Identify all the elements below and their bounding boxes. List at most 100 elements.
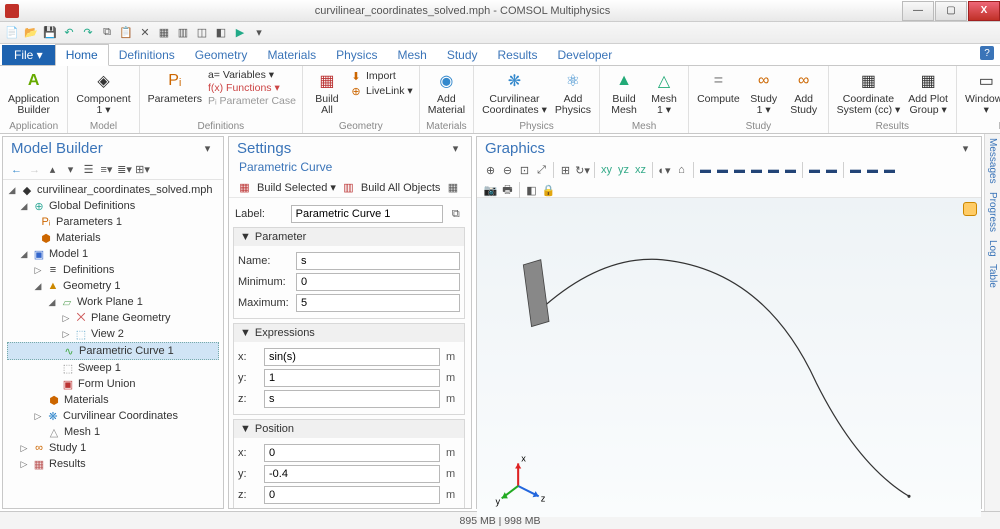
tree-params1[interactable]: PᵢParameters 1 [7,214,219,230]
arrow-icon[interactable]: ▶ [232,25,248,41]
mesh1-button[interactable]: △Mesh 1 ▾ [644,68,684,118]
add-material-button[interactable]: ◉Add Material [424,68,469,118]
up-icon[interactable]: ▴ [45,162,60,177]
add-study-button[interactable]: ∞Add Study [784,68,824,118]
tree-view2[interactable]: ▷⬚View 2 [7,326,219,342]
close-button[interactable]: X [968,1,1000,21]
build-selected-button[interactable]: Build Selected ▾ [257,181,336,194]
new-icon[interactable]: 📄 [4,25,20,41]
sel9-icon[interactable]: ▬ [848,163,863,178]
tree-mats2[interactable]: ⬢Materials [7,392,219,408]
sel2-icon[interactable]: ▬ [715,163,730,178]
app-builder-button[interactable]: AApplication Builder [4,68,63,118]
expr-x-input[interactable] [264,348,440,366]
paramcase-button[interactable]: Pᵢ Parameter Case [208,95,296,107]
zoom-box-icon[interactable]: ⊡ [517,163,532,178]
name-input[interactable] [296,252,460,270]
tab-study[interactable]: Study [437,45,488,65]
tree-planegeom[interactable]: ▷⨉Plane Geometry [7,310,219,326]
tab-definitions[interactable]: Definitions [109,45,185,65]
sel1-icon[interactable]: ▬ [698,163,713,178]
zoom-out-icon[interactable]: ⊖ [500,163,515,178]
down-icon[interactable]: ▾ [63,162,78,177]
undo-icon[interactable]: ↶ [61,25,77,41]
expr-z-input[interactable] [264,390,440,408]
tab-home[interactable]: Home [55,44,109,66]
help-icon[interactable]: ? [980,46,994,60]
windows-button[interactable]: ▭Windows ▾ [961,68,1000,118]
model-tree[interactable]: ◢◆curvilinear_coordinates_solved.mph ◢⊕G… [3,180,223,508]
sel6-icon[interactable]: ▬ [783,163,798,178]
more-icon[interactable]: ▾ [251,25,267,41]
sidetab-messages[interactable]: Messages [987,138,998,184]
compute-icon[interactable]: ▦ [156,25,172,41]
sidetab-progress[interactable]: Progress [987,192,998,232]
tab-results[interactable]: Results [488,45,548,65]
tree-globaldef[interactable]: ◢⊕Global Definitions [7,198,219,214]
functions-button[interactable]: f(x) Functions ▾ [208,82,296,94]
compute-button[interactable]: =Compute [693,68,744,107]
parameters-button[interactable]: PᵢParameters [144,68,206,107]
tree-root[interactable]: ◢◆curvilinear_coordinates_solved.mph [7,182,219,198]
tree-curvcoord[interactable]: ▷❋Curvilinear Coordinates [7,408,219,424]
min-input[interactable] [296,273,460,291]
pos-y-input[interactable] [264,465,440,483]
tree-defs[interactable]: ▷≡Definitions [7,262,219,278]
panel-menu-icon[interactable]: ▾ [448,141,463,156]
graphics-canvas[interactable]: x z y [477,198,981,517]
livelink-button[interactable]: ⊕LiveLink ▾ [349,84,413,98]
study-icon[interactable]: ◧ [213,25,229,41]
zoom-in-icon[interactable]: ⊕ [483,163,498,178]
expand-icon[interactable]: ☰ [81,162,96,177]
extra-icon[interactable]: ▦ [445,180,460,195]
tab-materials[interactable]: Materials [257,45,326,65]
plot-icon[interactable]: ◫ [194,25,210,41]
view-icon[interactable]: ⊞ [558,163,573,178]
tree-wp1[interactable]: ◢▱Work Plane 1 [7,294,219,310]
col1-icon[interactable]: ≡▾ [99,162,114,177]
build-selected-icon[interactable]: ▦ [237,180,252,195]
tree-formunion[interactable]: ▣Form Union [7,376,219,392]
build-icon[interactable]: ▥ [175,25,191,41]
sidetab-log[interactable]: Log [987,240,998,257]
minimize-button[interactable]: — [902,1,934,21]
delete-icon[interactable]: ✕ [137,25,153,41]
xz-icon[interactable]: xz [633,163,648,178]
sel10-icon[interactable]: ▬ [865,163,880,178]
tree-study1[interactable]: ▷∞Study 1 [7,440,219,456]
back-icon[interactable]: ← [9,162,24,177]
warning-badge-icon[interactable] [963,202,977,216]
label-input[interactable] [291,205,443,223]
redo-icon[interactable]: ↷ [80,25,96,41]
build-all-button[interactable]: Build All Objects [361,182,440,194]
snapshot-icon[interactable]: 📷 [483,183,498,198]
variables-button[interactable]: a= Variables ▾ [208,69,296,81]
save-icon[interactable]: 💾 [42,25,58,41]
col3-icon[interactable]: ⊞▾ [135,162,150,177]
curvcoord-button[interactable]: ❋Curvilinear Coordinates ▾ [478,68,551,118]
home-icon[interactable]: ⌂ [674,163,689,178]
addplot-button[interactable]: ▦Add Plot Group ▾ [904,68,952,118]
sel3-icon[interactable]: ▬ [732,163,747,178]
orbit-icon[interactable]: ↻▾ [575,163,590,178]
label-link-icon[interactable]: ⧉ [449,207,463,222]
build-all-icon[interactable]: ▥ [341,180,356,195]
maximize-button[interactable]: ▢ [935,1,967,21]
add-physics-button[interactable]: ⚛Add Physics [551,68,595,118]
build-all-button[interactable]: ▦Build All [307,68,347,118]
tree-results[interactable]: ▷▦Results [7,456,219,472]
print-icon[interactable]: 🖶 [500,183,515,198]
xy-icon[interactable]: xy [599,163,614,178]
lock-icon[interactable]: 🔒 [541,183,556,198]
section-expressions[interactable]: ▼Expressions [234,324,464,342]
col2-icon[interactable]: ≣▾ [117,162,132,177]
copy-icon[interactable]: ⧉ [99,25,115,41]
sidetab-table[interactable]: Table [987,264,998,288]
pos-z-input[interactable] [264,486,440,504]
open-icon[interactable]: 📂 [23,25,39,41]
clip-icon[interactable]: ◧ [524,183,539,198]
file-tab[interactable]: File ▾ [2,45,55,65]
sel11-icon[interactable]: ▬ [882,163,897,178]
tree-mesh1[interactable]: △Mesh 1 [7,424,219,440]
sel4-icon[interactable]: ▬ [749,163,764,178]
